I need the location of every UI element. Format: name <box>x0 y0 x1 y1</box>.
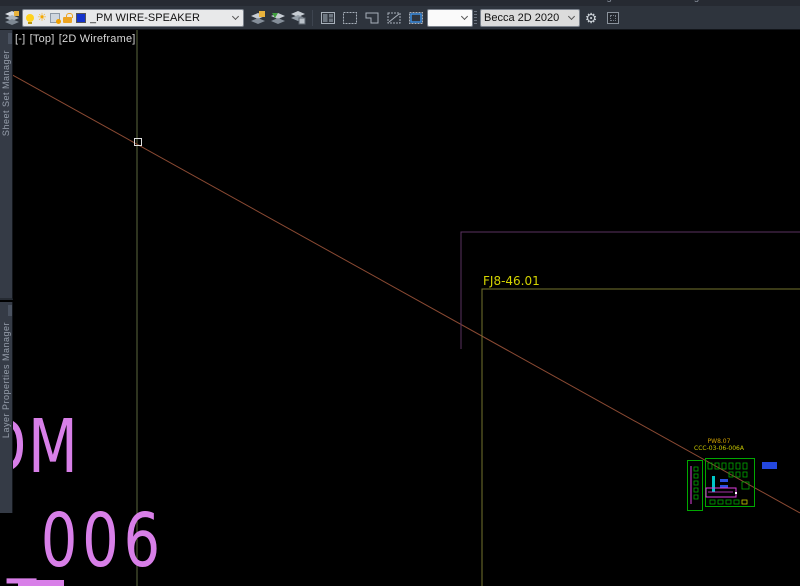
clip-existing-viewport-button[interactable] <box>405 8 427 28</box>
make-layer-current-icon <box>251 10 265 24</box>
layer-color-swatch[interactable] <box>75 12 86 23</box>
blue-annotation-block[interactable] <box>762 462 777 469</box>
workspace-settings-button[interactable]: ⚙ <box>580 8 602 28</box>
polygonal-viewport-button[interactable] <box>361 8 383 28</box>
toolbar-separator <box>312 9 313 26</box>
chevron-down-icon[interactable] <box>231 12 240 20</box>
magenta-block <box>705 487 737 498</box>
viewport-visual-style-control[interactable]: [2D Wireframe] <box>59 33 136 45</box>
layer-previous-icon <box>271 12 285 24</box>
viewport-controls: [-] [Top] [2D Wireframe] <box>15 33 137 45</box>
layer-states-manager-button[interactable] <box>288 8 308 28</box>
toolbar: ☀ _PM WIRE-SPEAKER Becca 2D 2020 ⚙ <box>0 6 800 30</box>
layer-properties-button[interactable] <box>2 8 22 28</box>
big-drawing-text-line2[interactable]: E_006 <box>0 504 165 578</box>
layer-vp-freeze-icon[interactable] <box>49 12 61 24</box>
chevron-down-icon[interactable] <box>460 12 469 20</box>
layers-stack-icon <box>5 10 19 25</box>
device-label-line1[interactable]: PW8.07 <box>683 438 755 445</box>
make-object-layer-current-button[interactable] <box>248 8 268 28</box>
speaker-wire-diagonal-line[interactable] <box>0 67 800 514</box>
single-viewport-icon <box>343 11 357 24</box>
blue-terminal <box>720 479 728 482</box>
layer-states-icon <box>291 10 306 24</box>
layer-properties-manager-palette-bar[interactable]: Layer Properties Manager <box>0 302 13 513</box>
palette-title: Layer Properties Manager <box>1 322 11 439</box>
file-tab[interactable]: ReflectedCeilingPlanDevices <box>630 0 752 3</box>
file-tab[interactable]: Drawings <box>577 0 617 3</box>
palette-grip-icon <box>8 33 12 44</box>
viewport-scale-dropdown[interactable] <box>427 8 473 27</box>
polygonal-viewport-icon <box>365 12 379 23</box>
file-tab[interactable]: Start <box>20 0 40 3</box>
convert-object-to-viewport-button[interactable] <box>383 8 405 28</box>
gear-icon: ⚙ <box>584 9 598 26</box>
workspace-name: Becca 2D 2020 <box>484 11 560 24</box>
palette-title: Sheet Set Manager <box>1 50 11 137</box>
layer-on-lightbulb-icon[interactable] <box>26 13 34 24</box>
cyan-terminal <box>712 476 715 492</box>
single-viewport-button[interactable] <box>339 8 361 28</box>
clip-viewport-icon <box>409 11 423 24</box>
big-drawing-text-line3-partial[interactable] <box>18 580 64 586</box>
palette-grip-icon <box>8 305 12 316</box>
device-block[interactable] <box>687 458 755 511</box>
purple-boundary-polyline[interactable] <box>460 231 800 349</box>
layer-thaw-sun-icon[interactable]: ☀ <box>37 12 47 23</box>
file-tab[interactable]: A2 - A1 PerformAreas <box>325 0 417 3</box>
layer-dropdown[interactable]: ☀ _PM WIRE-SPEAKER <box>22 8 244 27</box>
layer-unlock-icon[interactable] <box>62 13 73 23</box>
viewport-view-control[interactable]: [Top] <box>30 33 55 45</box>
drawing-canvas[interactable]: [-] [Top] [2D Wireframe] FJ8-46.01 PW8.0… <box>0 30 800 586</box>
zone-label-text[interactable]: FJ8-46.01 <box>483 274 540 288</box>
my-workspace-icon <box>607 11 619 24</box>
my-workspace-button[interactable] <box>602 8 624 28</box>
chevron-down-icon[interactable] <box>567 12 576 20</box>
viewports-dialog-icon <box>321 11 335 24</box>
layer-previous-button[interactable] <box>268 8 288 28</box>
workspace-dropdown[interactable]: Becca 2D 2020 <box>480 8 580 27</box>
layer-name: _PM WIRE-SPEAKER <box>89 11 200 24</box>
file-tab[interactable]: Overfl <box>776 0 800 3</box>
toolbar-grip-handle[interactable] <box>474 10 477 25</box>
viewport-collapse-control[interactable]: [-] <box>15 33 25 45</box>
device-label-line2[interactable]: CCC-03-06-006A <box>683 445 755 452</box>
convert-object-viewport-icon <box>387 12 401 23</box>
file-tab[interactable]: A2 - PerformAreas <box>467 0 546 3</box>
display-viewports-dialog-button[interactable] <box>317 8 339 28</box>
sheet-set-manager-palette-bar[interactable]: Sheet Set Manager <box>0 30 13 300</box>
